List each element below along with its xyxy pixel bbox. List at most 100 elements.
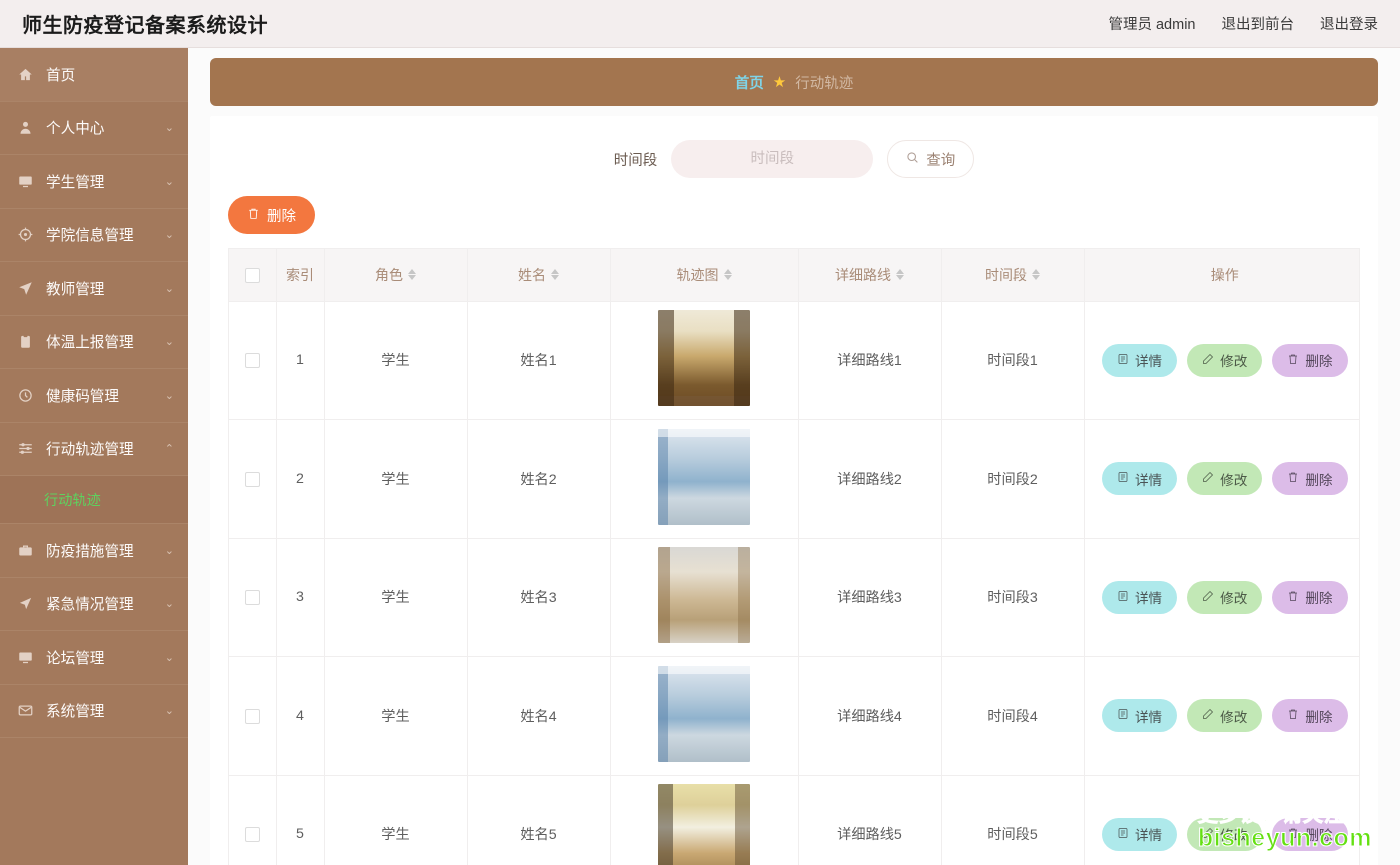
row-checkbox[interactable] — [245, 590, 260, 605]
row-checkbox[interactable] — [245, 827, 260, 842]
row-route-cell: 详细路线1 — [798, 301, 941, 420]
row-index-cell: 4 — [276, 657, 324, 776]
detail-button[interactable]: 详情 — [1102, 699, 1177, 732]
edit-button[interactable]: 修改 — [1187, 462, 1262, 495]
sidebar-item-home[interactable]: 首页 — [0, 48, 188, 102]
search-button[interactable]: 查询 — [887, 140, 974, 178]
row-delete-label: 删除 — [1305, 469, 1332, 489]
row-image-cell — [610, 775, 798, 865]
detail-button-label: 详情 — [1135, 469, 1162, 489]
track-image-header-label: 轨迹图 — [677, 265, 719, 285]
role-header[interactable]: 角色 — [324, 249, 467, 301]
sort-icon[interactable] — [551, 269, 559, 280]
table-row: 3 学生 姓名3 详细路线3 时间段3 详情 — [229, 538, 1360, 657]
chevron-up-icon: ⌃ — [165, 442, 174, 455]
sidebar-item-personal-center[interactable]: 个人中心 ⌄ — [0, 102, 188, 156]
sidebar-item-label: 论坛管理 — [46, 647, 159, 668]
pencil-icon — [1202, 708, 1214, 723]
time-period-header[interactable]: 时间段 — [941, 249, 1084, 301]
track-image-header[interactable]: 轨迹图 — [610, 249, 798, 301]
bulk-delete-button[interactable]: 删除 — [228, 196, 315, 234]
clock-icon — [16, 386, 35, 405]
chevron-down-icon: ⌄ — [165, 597, 174, 610]
sidebar-item-label: 体温上报管理 — [46, 331, 159, 352]
sidebar-item-temperature-report-management[interactable]: 体温上报管理 ⌄ — [0, 316, 188, 370]
sidebar-item-college-info-management[interactable]: 学院信息管理 ⌄ — [0, 209, 188, 263]
track-thumbnail[interactable] — [658, 784, 750, 865]
detail-button-label: 详情 — [1135, 350, 1162, 370]
row-checkbox[interactable] — [245, 353, 260, 368]
chevron-down-icon: ⌄ — [165, 228, 174, 241]
table-header-row: 索引 角色 姓名 — [229, 249, 1360, 301]
star-icon: ★ — [773, 73, 786, 91]
sidebar-item-prevention-measures-management[interactable]: 防疫措施管理 ⌄ — [0, 524, 188, 578]
back-to-front-link[interactable]: 退出到前台 — [1222, 13, 1295, 34]
row-delete-button[interactable]: 删除 — [1272, 699, 1347, 732]
sort-icon[interactable] — [1032, 269, 1040, 280]
top-header-bar: 师生防疫登记备案系统设计 管理员 admin 退出到前台 退出登录 — [0, 0, 1400, 48]
detail-button[interactable]: 详情 — [1102, 581, 1177, 614]
sort-icon[interactable] — [724, 269, 732, 280]
table-header: 索引 角色 姓名 — [229, 249, 1360, 301]
row-period-cell: 时间段5 — [941, 775, 1084, 865]
track-thumbnail[interactable] — [658, 429, 750, 525]
sidebar-item-forum-management[interactable]: 论坛管理 ⌄ — [0, 631, 188, 685]
edit-button[interactable]: 修改 — [1187, 344, 1262, 377]
row-delete-button[interactable]: 删除 — [1272, 818, 1347, 851]
row-delete-button[interactable]: 删除 — [1272, 581, 1347, 614]
sidebar-item-emergency-management[interactable]: 紧急情况管理 ⌄ — [0, 578, 188, 632]
content-panel: 时间段 查询 删除 — [210, 116, 1378, 865]
name-header[interactable]: 姓名 — [467, 249, 610, 301]
sort-icon[interactable] — [408, 269, 416, 280]
sidebar-subitem-track[interactable]: 行动轨迹 — [0, 476, 188, 524]
row-period-cell: 时间段1 — [941, 301, 1084, 420]
sidebar-item-student-management[interactable]: 学生管理 ⌄ — [0, 155, 188, 209]
sidebar-item-system-management[interactable]: 系统管理 ⌄ — [0, 685, 188, 739]
edit-button[interactable]: 修改 — [1187, 699, 1262, 732]
sidebar-item-track-management[interactable]: 行动轨迹管理 ⌃ — [0, 423, 188, 477]
row-delete-button[interactable]: 删除 — [1272, 462, 1347, 495]
select-all-checkbox[interactable] — [245, 268, 260, 283]
chevron-down-icon: ⌄ — [165, 544, 174, 557]
detail-route-header[interactable]: 详细路线 — [798, 249, 941, 301]
row-operations-cell: 详情 修改 删除 — [1084, 301, 1360, 420]
row-image-cell — [610, 657, 798, 776]
track-thumbnail[interactable] — [658, 547, 750, 643]
detail-button[interactable]: 详情 — [1102, 462, 1177, 495]
track-thumbnail[interactable] — [658, 310, 750, 406]
sidebar-item-label: 教师管理 — [46, 278, 159, 299]
row-select-cell — [229, 538, 276, 657]
row-delete-label: 删除 — [1305, 824, 1332, 844]
detail-button[interactable]: 详情 — [1102, 344, 1177, 377]
sidebar-item-health-code-management[interactable]: 健康码管理 ⌄ — [0, 369, 188, 423]
sort-icon[interactable] — [896, 269, 904, 280]
row-operations-cell: 详情 修改 删除 — [1084, 657, 1360, 776]
sidebar-item-label: 学院信息管理 — [46, 224, 159, 245]
track-thumbnail[interactable] — [658, 666, 750, 762]
detail-button-label: 详情 — [1135, 706, 1162, 726]
row-checkbox[interactable] — [245, 472, 260, 487]
sliders-icon — [16, 439, 35, 458]
table-body: 1 学生 姓名1 详细路线1 时间段1 详情 — [229, 301, 1360, 865]
table-row: 4 学生 姓名4 详细路线4 时间段4 详情 — [229, 657, 1360, 776]
row-name-cell: 姓名5 — [467, 775, 610, 865]
edit-button[interactable]: 修改 — [1187, 581, 1262, 614]
navigation-icon — [16, 594, 35, 613]
breadcrumb-home-link[interactable]: 首页 — [735, 72, 764, 93]
row-index-cell: 3 — [276, 538, 324, 657]
search-input[interactable] — [671, 140, 873, 178]
admin-user-label[interactable]: 管理员 admin — [1108, 13, 1195, 34]
bulk-delete-label: 删除 — [267, 205, 296, 226]
row-checkbox[interactable] — [245, 709, 260, 724]
detail-button[interactable]: 详情 — [1102, 818, 1177, 851]
row-index-cell: 5 — [276, 775, 324, 865]
logout-link[interactable]: 退出登录 — [1320, 13, 1378, 34]
sidebar-item-teacher-management[interactable]: 教师管理 ⌄ — [0, 262, 188, 316]
row-delete-button[interactable]: 删除 — [1272, 344, 1347, 377]
mail-icon — [16, 701, 35, 720]
monitor-icon — [16, 172, 35, 191]
edit-button-label: 修改 — [1220, 350, 1247, 370]
edit-button[interactable]: 修改 — [1187, 818, 1262, 851]
document-icon — [1117, 471, 1129, 486]
row-name-cell: 姓名1 — [467, 301, 610, 420]
